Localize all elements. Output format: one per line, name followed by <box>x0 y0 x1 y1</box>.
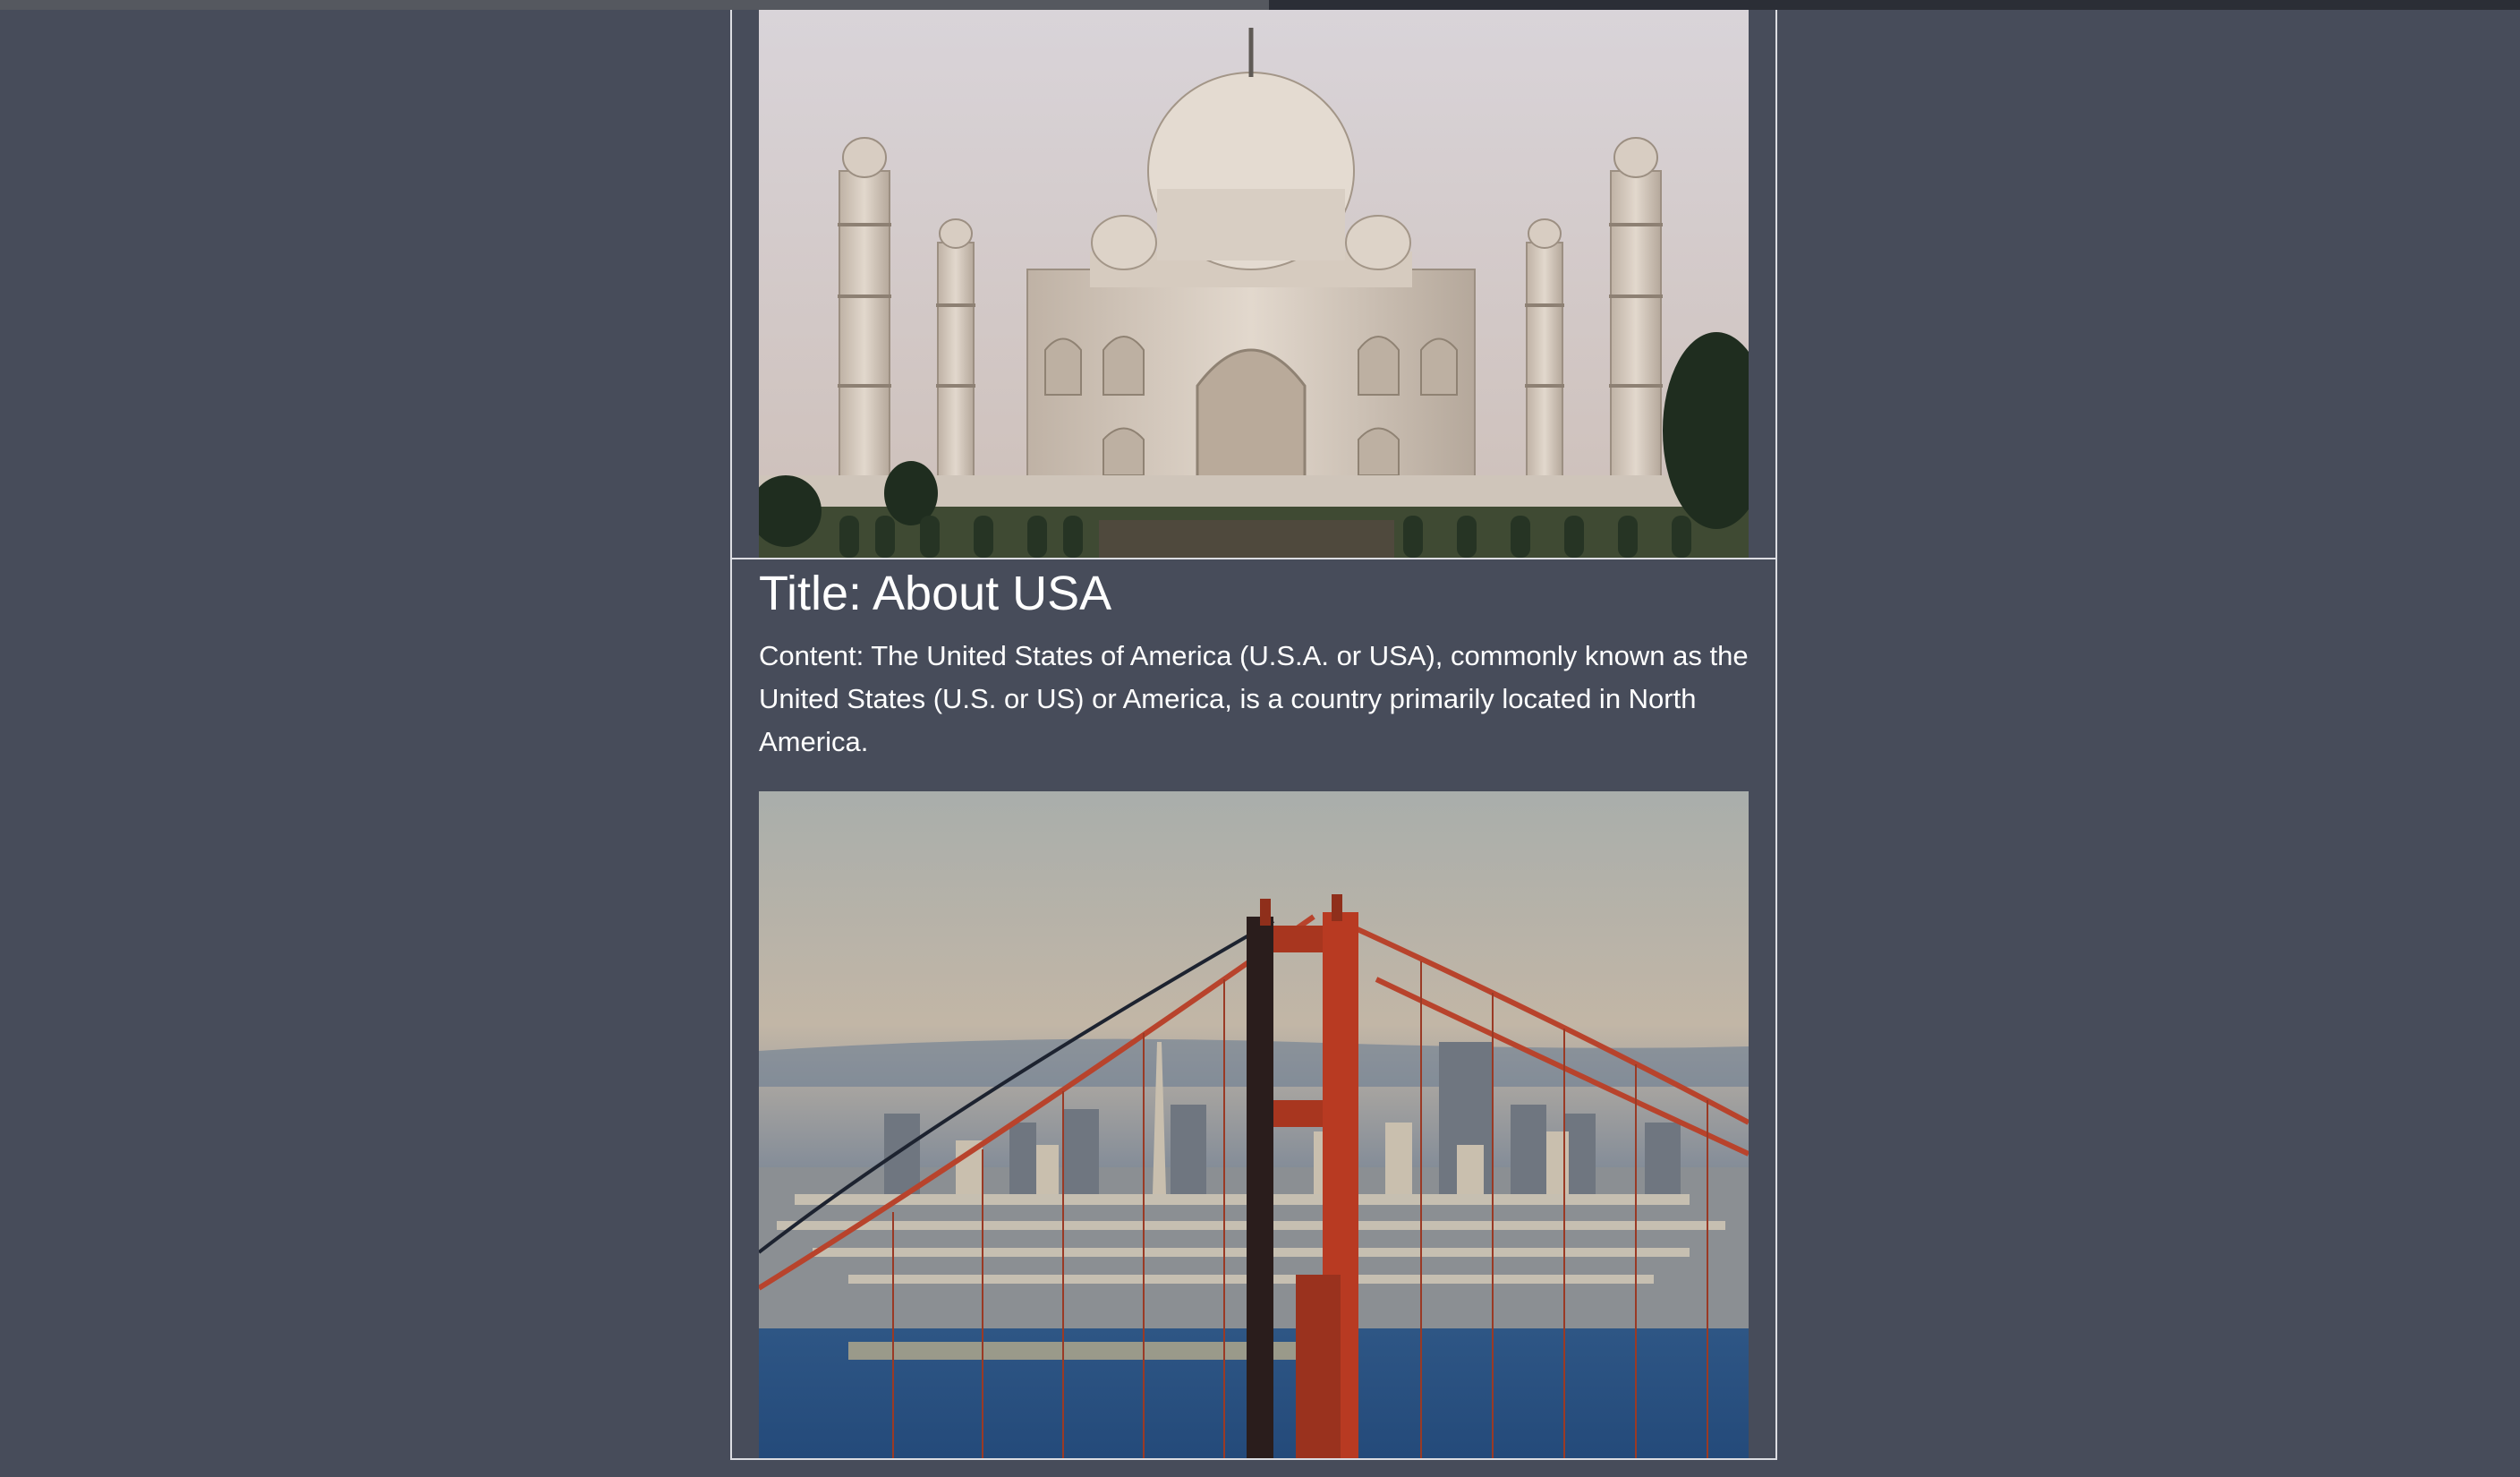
post-card-1 <box>730 10 1777 559</box>
scrollbar-thumb[interactable] <box>0 0 1269 10</box>
post-card-2: Title: About USA Content: The United Sta… <box>730 559 1777 1460</box>
top-scrollbar[interactable] <box>0 0 2520 10</box>
golden-gate-bridge-image <box>759 791 1749 1458</box>
taj-mahal-image <box>759 10 1749 558</box>
post-title: Title: About USA <box>759 567 1112 620</box>
post-content: Content: The United States of America (U… <box>759 640 1749 757</box>
